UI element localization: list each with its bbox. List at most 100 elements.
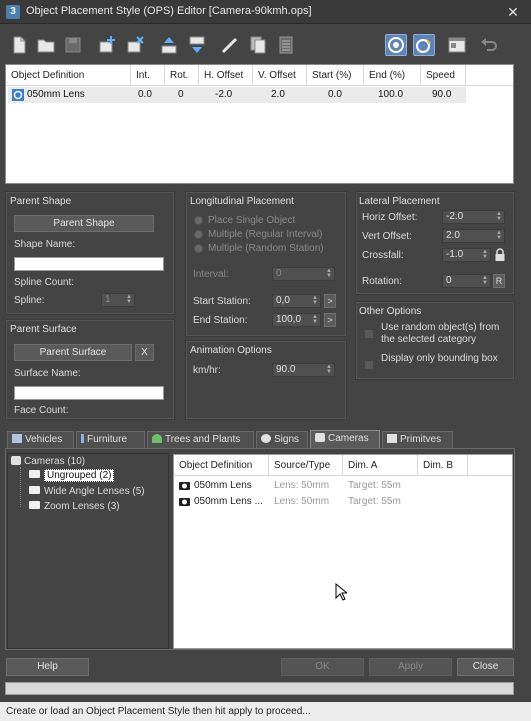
random-objects-label-line2: the selected category — [381, 334, 477, 345]
move-up-icon[interactable] — [158, 34, 180, 56]
start-station-pick-button[interactable]: > — [324, 294, 336, 308]
end-station-spinner[interactable]: 100,0 ▲ ▼ — [272, 313, 321, 327]
interval-label: Interval: — [193, 269, 229, 280]
column-header[interactable]: V. Offset — [253, 65, 307, 86]
library-list[interactable]: Object Definition Source/Type Dim. A Dim… — [173, 454, 513, 649]
list-icon[interactable] — [275, 34, 297, 56]
horiz-offset-spinner[interactable]: -2.0 ▲ ▼ — [442, 210, 505, 224]
radio-random-station[interactable] — [194, 244, 203, 253]
start-station-spinner[interactable]: 0,0 ▲ ▼ — [272, 294, 321, 308]
save-icon[interactable] — [62, 34, 84, 56]
parent-surface-button[interactable]: Parent Surface — [14, 344, 132, 361]
open-folder-icon[interactable] — [35, 34, 57, 56]
column-header[interactable]: Object Definition — [174, 455, 269, 476]
tree-root[interactable]: Cameras (10) — [11, 456, 85, 467]
radio-single-object[interactable] — [194, 216, 203, 225]
vert-offset-label: Vert Offset: — [362, 231, 412, 242]
vehicle-icon — [12, 434, 22, 443]
list-item[interactable]: 050mm Lens Lens: 50mm Target: 55m — [174, 479, 512, 494]
tree-node-wide-angle[interactable]: Wide Angle Lenses (5) — [29, 486, 145, 497]
shape-name-field[interactable] — [14, 257, 164, 271]
tab-trees-and-plants[interactable]: Trees and Plants — [147, 431, 254, 448]
toolbar — [0, 26, 531, 64]
new-icon[interactable] — [8, 34, 30, 56]
tree-icon — [152, 434, 162, 443]
bounding-box-checkbox[interactable] — [364, 360, 374, 370]
dim-a: Target: 55m — [348, 496, 401, 507]
sign-icon — [261, 434, 271, 443]
spinner-arrows-icon: ▲ ▼ — [326, 268, 332, 279]
vert-offset-spinner[interactable]: 2.0 ▲ ▼ — [442, 229, 505, 243]
face-count-label: Face Count: — [14, 405, 69, 416]
object-name: 050mm Lens ... — [194, 496, 263, 507]
tab-signs[interactable]: Signs — [256, 431, 308, 448]
delete-object-icon[interactable] — [124, 34, 146, 56]
surface-name-field[interactable] — [14, 386, 164, 400]
crossfall-spinner[interactable]: -1.0 ▲ ▼ — [442, 248, 491, 262]
tab-vehicles[interactable]: Vehicles — [7, 431, 74, 448]
undo-icon[interactable] — [478, 34, 500, 56]
tree-node-zoom[interactable]: Zoom Lenses (3) — [29, 501, 120, 512]
move-down-icon[interactable] — [186, 34, 208, 56]
kmhr-spinner[interactable]: 90.0 ▲ ▼ — [272, 363, 335, 377]
help-button[interactable]: Help — [6, 658, 89, 676]
window-title: Object Placement Style (OPS) Editor [Cam… — [26, 5, 312, 17]
column-header[interactable]: Dim. B — [418, 455, 468, 476]
end-station-value: 100,0 — [276, 314, 302, 325]
lateral-title: Lateral Placement — [359, 196, 440, 207]
parent-shape-button[interactable]: Parent Shape — [14, 215, 154, 232]
random-rotation-button[interactable]: R — [493, 274, 505, 288]
surface-name-label: Surface Name: — [14, 368, 81, 379]
title-bar: 3 Object Placement Style (OPS) Editor [C… — [0, 0, 531, 24]
add-object-icon[interactable] — [96, 34, 118, 56]
spinner-arrows-icon: ▲ ▼ — [482, 249, 488, 260]
column-header[interactable]: Source/Type — [269, 455, 343, 476]
close-button[interactable]: Close — [457, 658, 514, 676]
progress-bar — [5, 682, 514, 695]
table-row[interactable]: 050mm Lens 0.0 0 -2.0 2.0 0.0 100.0 90.0 — [8, 87, 466, 103]
column-header[interactable]: Object Definition — [6, 65, 131, 86]
spline-count-label: Spline Count: — [14, 277, 75, 288]
folder-icon — [29, 486, 40, 494]
random-objects-checkbox[interactable] — [364, 329, 374, 339]
pick-spline-icon[interactable] — [219, 34, 241, 56]
apply-button[interactable]: Apply — [369, 658, 452, 676]
interval-spinner[interactable]: 0 ▲ ▼ — [272, 267, 335, 281]
end-value: 100.0 — [378, 89, 404, 100]
pick-target-icon[interactable] — [413, 34, 435, 56]
column-header[interactable]: Rot. — [165, 65, 199, 86]
ok-button[interactable]: OK — [281, 658, 364, 676]
lock-icon[interactable] — [494, 248, 506, 262]
tab-furniture[interactable]: Furniture — [76, 431, 145, 448]
category-tree[interactable] — [7, 453, 169, 649]
animation-title: Animation Options — [190, 345, 272, 356]
horiz-offset-label: Horiz Offset: — [362, 212, 418, 223]
start-station-value: 0,0 — [276, 295, 290, 306]
clear-surface-button[interactable]: X — [135, 344, 154, 361]
column-header[interactable]: H. Offset — [199, 65, 253, 86]
settings-window-icon[interactable] — [446, 34, 468, 56]
end-station-pick-button[interactable]: > — [324, 313, 336, 327]
column-header[interactable]: Start (%) — [307, 65, 364, 86]
ops-editor-window: 3 Object Placement Style (OPS) Editor [C… — [0, 0, 531, 721]
tab-cameras[interactable]: Cameras — [310, 430, 380, 449]
copy-icon[interactable] — [247, 34, 269, 56]
v-offset-value: 2.0 — [271, 89, 285, 100]
column-header[interactable]: End (%) — [364, 65, 421, 86]
placement-list[interactable]: Object Definition Int. Rot. H. Offset V.… — [5, 64, 514, 184]
tree-node-label: Zoom Lenses (3) — [44, 501, 120, 512]
tab-primitives[interactable]: Primitves — [382, 431, 453, 448]
column-header[interactable]: Int. — [131, 65, 165, 86]
speed-value: 90.0 — [432, 89, 452, 100]
column-header[interactable]: Speed — [421, 65, 466, 86]
list-item[interactable]: 050mm Lens ... Lens: 50mm Target: 55m — [174, 495, 512, 510]
spline-spinner[interactable]: 1 ▲ ▼ — [101, 293, 135, 307]
rotation-spinner[interactable]: 0 ▲ ▼ — [442, 274, 491, 288]
target-icon[interactable] — [385, 34, 407, 56]
app-icon: 3 — [6, 5, 20, 19]
spline-value: 1 — [105, 294, 111, 305]
radio-regular-interval[interactable] — [194, 230, 203, 239]
tree-node-ungrouped[interactable]: Ungrouped (2) — [29, 469, 115, 482]
close-window-button[interactable]: ✕ — [500, 2, 526, 22]
column-header[interactable]: Dim. A — [343, 455, 418, 476]
